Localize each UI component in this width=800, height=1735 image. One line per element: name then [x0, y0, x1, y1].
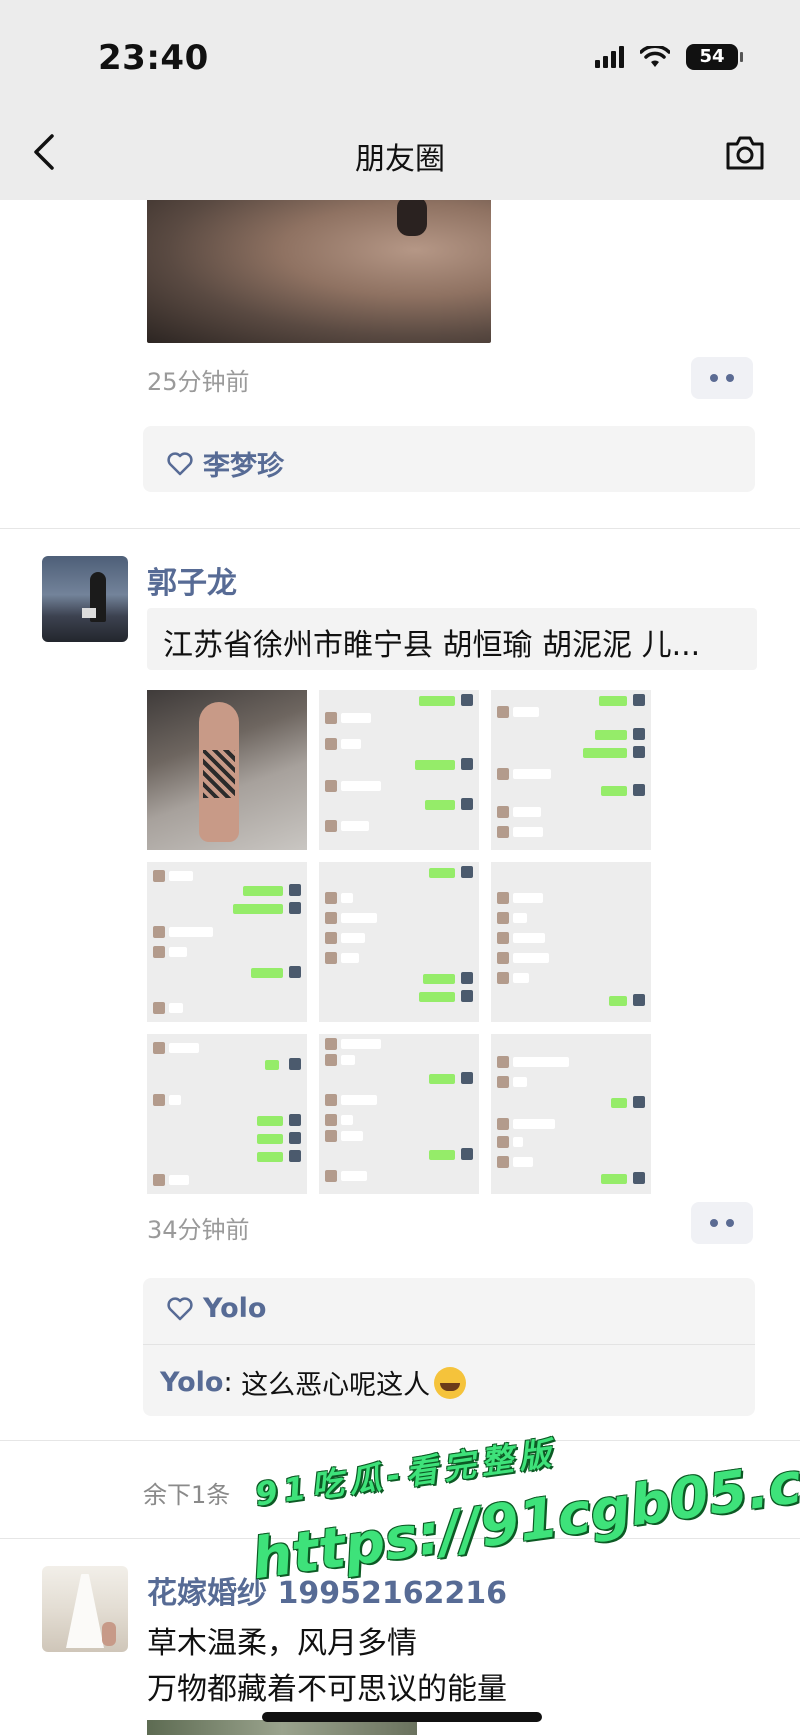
image-grid: [147, 690, 651, 1194]
grid-image[interactable]: [319, 1034, 479, 1194]
comment-author[interactable]: Yolo: [160, 1367, 223, 1398]
post-time: 34分钟前: [147, 1216, 250, 1244]
post-image[interactable]: [147, 188, 491, 343]
comment-text: 这么恶心呢这人: [241, 1370, 431, 1401]
grid-image[interactable]: [147, 690, 307, 850]
post-time: 25分钟前: [147, 368, 250, 396]
camera-icon[interactable]: [724, 134, 766, 172]
grid-image[interactable]: [319, 862, 479, 1022]
liker-name[interactable]: Yolo: [203, 1293, 266, 1324]
avatar[interactable]: [42, 556, 128, 642]
page-title: 朋友圈: [355, 142, 445, 177]
likes-row: 李梦珍: [167, 444, 284, 483]
comment[interactable]: Yolo: 这么恶心呢这人: [160, 1363, 467, 1402]
more-options-button[interactable]: [691, 357, 753, 399]
top-bar: 23:40 54 朋友圈: [0, 0, 800, 200]
post-image-preview[interactable]: [147, 1720, 417, 1735]
heart-icon: [167, 1296, 193, 1320]
post-author[interactable]: 郭子龙: [147, 558, 237, 602]
post-divider: [0, 528, 800, 529]
comment-divider: [143, 1344, 755, 1345]
post-text-line: 草木温柔，风月多情: [147, 1626, 417, 1661]
grid-image[interactable]: [491, 862, 651, 1022]
status-icons: 54: [595, 44, 743, 70]
post-text-box[interactable]: 江苏省徐州市睢宁县 胡恒瑜 胡泥泥 儿...: [147, 608, 757, 670]
avatar[interactable]: [42, 1566, 128, 1652]
laughing-emoji-icon: [434, 1366, 467, 1399]
heart-icon: [167, 451, 193, 475]
more-options-button[interactable]: [691, 1202, 753, 1244]
wifi-icon: [640, 46, 670, 67]
post-divider: [0, 1440, 800, 1441]
remaining-comments-link[interactable]: 余下1条: [143, 1475, 230, 1510]
grid-image[interactable]: [319, 690, 479, 850]
comment-separator: :: [223, 1367, 242, 1398]
grid-image[interactable]: [491, 690, 651, 850]
battery-icon: 54: [686, 44, 743, 70]
likes-row: Yolo: [167, 1293, 266, 1324]
home-indicator[interactable]: [262, 1712, 542, 1722]
grid-image[interactable]: [147, 1034, 307, 1194]
grid-image[interactable]: [491, 1034, 651, 1194]
signal-icon: [595, 46, 624, 68]
status-time: 23:40: [98, 38, 209, 78]
liker-name[interactable]: 李梦珍: [203, 444, 284, 483]
post-text: 江苏省徐州市睢宁县 胡恒瑜 胡泥泥 儿...: [163, 628, 701, 663]
post-text-line: 万物都藏着不可思议的能量: [147, 1672, 507, 1707]
grid-image[interactable]: [147, 862, 307, 1022]
